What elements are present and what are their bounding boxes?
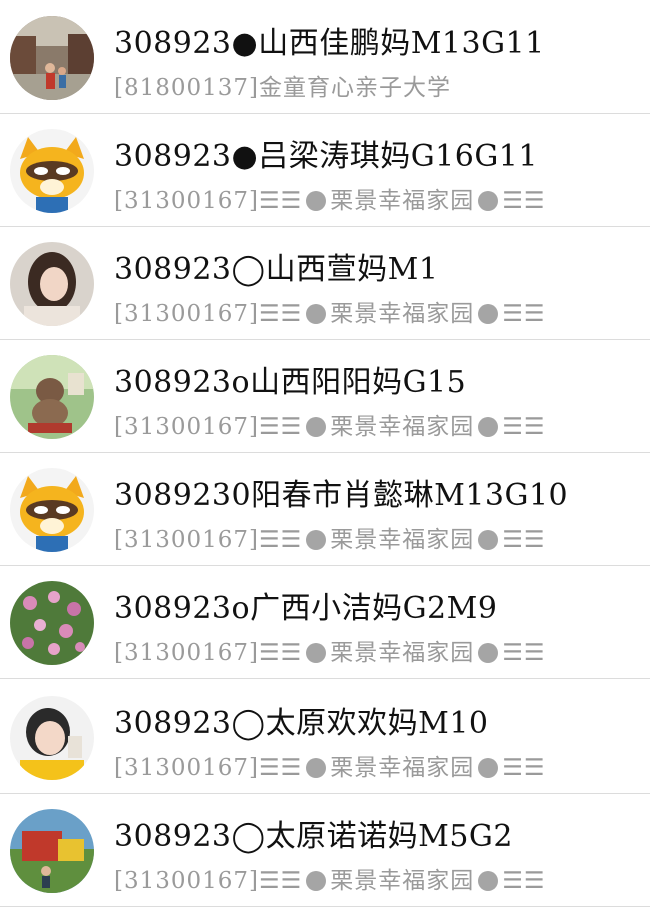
group-id: [31300167] [114, 301, 260, 327]
dot-icon [306, 871, 327, 891]
group-name: 栗景幸福家园 [330, 414, 475, 440]
dot-icon [306, 191, 327, 211]
contact-subtitle: [31300167]☰☰ 栗景幸福家园 ☰☰ [114, 861, 546, 895]
contact-subtitle: [81800137]金童育心亲子大学 [114, 75, 452, 101]
avatar[interactable] [10, 696, 94, 780]
figurine-avatar-image [10, 355, 94, 439]
avatar[interactable] [10, 16, 94, 100]
group-name: 栗景幸福家园 [330, 527, 475, 553]
menu-icon: ☰☰ [502, 755, 546, 781]
contact-row[interactable]: 308923◯太原欢欢妈M10 [31300167]☰☰ 栗景幸福家园 ☰☰ [0, 682, 650, 794]
menu-icon: ☰☰ [259, 755, 303, 781]
dot-icon [306, 758, 327, 778]
avatar[interactable] [10, 355, 94, 439]
dot-icon [478, 417, 499, 437]
dot-icon [478, 191, 499, 211]
contact-subtitle: [31300167]☰☰ 栗景幸福家园 ☰☰ [114, 181, 546, 215]
contact-subtitle: [31300167]☰☰ 栗景幸福家园 ☰☰ [114, 294, 546, 328]
raccoon-cartoon-avatar-image [10, 468, 94, 552]
menu-icon: ☰☰ [502, 640, 546, 666]
contact-name: 308923◯山西萱妈M1 [114, 252, 439, 287]
child-portrait-avatar-image [10, 696, 94, 780]
contact-name: 308923o广西小洁妈G2M9 [114, 591, 498, 626]
menu-icon: ☰☰ [502, 301, 546, 327]
avatar[interactable] [10, 468, 94, 552]
menu-icon: ☰☰ [502, 868, 546, 894]
contact-subtitle: [31300167]☰☰ 栗景幸福家园 ☰☰ [114, 520, 546, 554]
group-id: [31300167] [114, 527, 260, 553]
group-id: [31300167] [114, 755, 260, 781]
contact-name: 308923◯太原诺诺妈M5G2 [114, 819, 513, 854]
avatar[interactable] [10, 129, 94, 213]
menu-icon: ☰☰ [259, 527, 303, 553]
contact-row[interactable]: 308923o山西阳阳妈G15 [31300167]☰☰ 栗景幸福家园 ☰☰ [0, 341, 650, 453]
contact-row[interactable]: 308923◯太原诺诺妈M5G2 [31300167]☰☰ 栗景幸福家园 ☰☰ [0, 795, 650, 907]
menu-icon: ☰☰ [259, 414, 303, 440]
contact-row[interactable]: 308923o广西小洁妈G2M9 [31300167]☰☰ 栗景幸福家园 ☰☰ [0, 567, 650, 679]
group-name: 栗景幸福家园 [330, 640, 475, 666]
dot-icon [306, 304, 327, 324]
contact-subtitle: [31300167]☰☰ 栗景幸福家园 ☰☰ [114, 407, 546, 441]
dot-icon [478, 304, 499, 324]
group-name: 栗景幸福家园 [330, 755, 475, 781]
woman-portrait-avatar-image [10, 242, 94, 326]
menu-icon: ☰☰ [259, 868, 303, 894]
dot-icon [478, 871, 499, 891]
group-name: 栗景幸福家园 [330, 188, 475, 214]
contact-name: 308923●山西佳鹏妈M13G11 [114, 26, 545, 61]
contact-list: 308923●山西佳鹏妈M13G11 [81800137]金童育心亲子大学 30… [0, 0, 650, 913]
group-name: 栗景幸福家园 [330, 868, 475, 894]
dot-icon [478, 758, 499, 778]
contact-row[interactable]: 308923●吕梁涛琪妈G16G11 [31300167]☰☰ 栗景幸福家园 ☰☰ [0, 115, 650, 227]
flowers-avatar-image [10, 581, 94, 665]
avatar[interactable] [10, 242, 94, 326]
group-id: [31300167] [114, 640, 260, 666]
playground-avatar-image [10, 809, 94, 893]
contact-name: 308923o山西阳阳妈G15 [114, 365, 467, 400]
contact-row[interactable]: 3089230阳春市肖懿琳M13G10 [31300167]☰☰ 栗景幸福家园 ☰☰ [0, 454, 650, 566]
dot-icon [306, 530, 327, 550]
menu-icon: ☰☰ [259, 640, 303, 666]
contact-name: 308923◯太原欢欢妈M10 [114, 706, 489, 741]
contact-row[interactable]: 308923◯山西萱妈M1 [31300167]☰☰ 栗景幸福家园 ☰☰ [0, 228, 650, 340]
avatar[interactable] [10, 809, 94, 893]
dot-icon [306, 417, 327, 437]
dot-icon [306, 643, 327, 663]
menu-icon: ☰☰ [502, 527, 546, 553]
menu-icon: ☰☰ [502, 188, 546, 214]
group-id: [31300167] [114, 188, 260, 214]
dot-icon [478, 530, 499, 550]
menu-icon: ☰☰ [259, 301, 303, 327]
contact-row[interactable]: 308923●山西佳鹏妈M13G11 [81800137]金童育心亲子大学 [0, 2, 650, 114]
group-id: [31300167] [114, 414, 260, 440]
group-name: 栗景幸福家园 [330, 301, 475, 327]
group-id: [31300167] [114, 868, 260, 894]
dot-icon [478, 643, 499, 663]
menu-icon: ☰☰ [259, 188, 303, 214]
contact-subtitle: [31300167]☰☰ 栗景幸福家园 ☰☰ [114, 748, 546, 782]
street-photo-avatar-image [10, 16, 94, 100]
contact-subtitle: [31300167]☰☰ 栗景幸福家园 ☰☰ [114, 633, 546, 667]
contact-name: 308923●吕梁涛琪妈G16G11 [114, 139, 538, 174]
avatar[interactable] [10, 581, 94, 665]
menu-icon: ☰☰ [502, 414, 546, 440]
raccoon-cartoon-avatar-image [10, 129, 94, 213]
contact-name: 3089230阳春市肖懿琳M13G10 [114, 478, 569, 513]
